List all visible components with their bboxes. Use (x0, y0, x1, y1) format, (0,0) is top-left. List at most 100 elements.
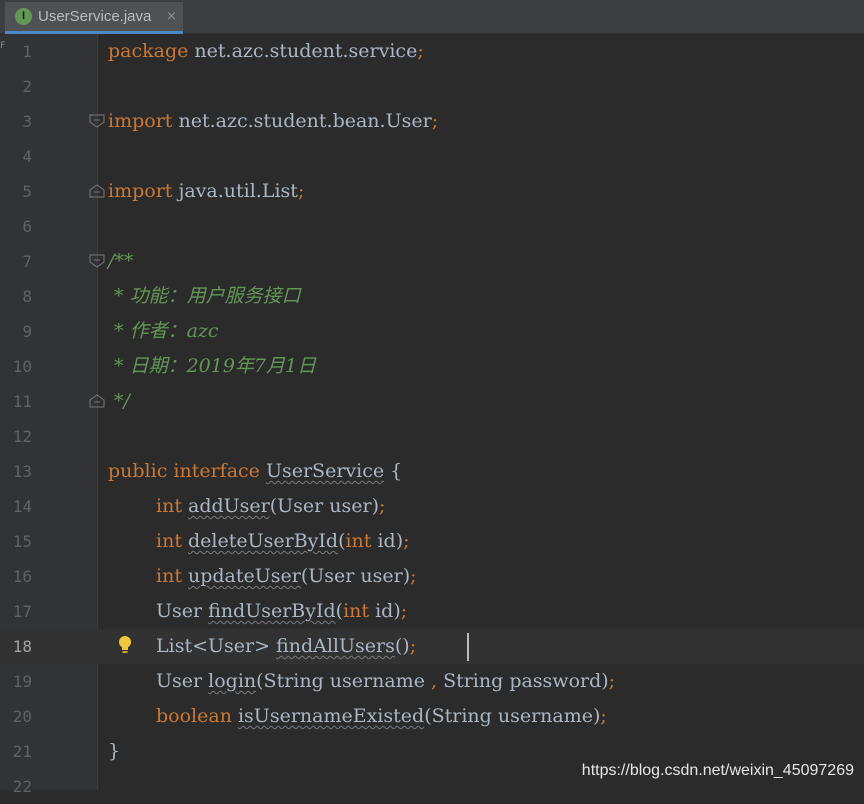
code-text: boolean isUsernameExisted(String usernam… (156, 699, 607, 734)
fold-marker-icon[interactable] (89, 254, 105, 268)
line-number: 8 (22, 287, 32, 306)
line-number: 14 (12, 497, 32, 516)
line-number: 4 (22, 147, 32, 166)
code-line: 20 boolean isUsernameExisted(String user… (0, 699, 864, 734)
method-name: addUser (188, 495, 270, 517)
line-number: 17 (12, 602, 32, 621)
keyword: public interface (108, 460, 260, 482)
code-text: User findUserById(int id); (156, 594, 407, 629)
code-line: 17 User findUserById(int id); (0, 594, 864, 629)
method-name: updateUser (188, 565, 301, 587)
interface-name: UserService (265, 460, 385, 482)
params: ( (335, 600, 344, 622)
method-name: findAllUsers (276, 635, 395, 657)
tab-userservice-java[interactable]: I UserService.java × (5, 2, 183, 34)
param-type: int (345, 530, 372, 552)
semicolon: ; (297, 180, 305, 202)
code-line: 2 (0, 69, 864, 104)
semicolon: ; (431, 110, 439, 132)
editor-tab-bar: I UserService.java × (0, 0, 864, 34)
line-number: 7 (22, 252, 32, 271)
method-name: deleteUserById (188, 530, 339, 552)
semicolon: ; (600, 705, 607, 727)
params: id) (369, 600, 401, 622)
doc-comment: * 日期：2019年7月1日 (108, 355, 317, 377)
line-number: 16 (12, 567, 32, 586)
code-text: int addUser(User user); (156, 489, 385, 524)
code-line: 11 */ (0, 384, 864, 419)
line-number: 18 (12, 637, 32, 656)
params: (String username (256, 670, 431, 692)
line-number: 2 (22, 77, 32, 96)
semicolon: ; (409, 635, 417, 657)
line-number: 12 (12, 427, 32, 446)
brace: { (384, 460, 403, 482)
return-type: int (156, 565, 182, 587)
doc-comment: /** (108, 250, 134, 272)
code-text: import net.azc.student.bean.User; (108, 104, 438, 139)
code-line: 3 import net.azc.student.bean.User; (0, 104, 864, 139)
semicolon: ; (608, 670, 616, 692)
keyword: package (108, 40, 189, 62)
code-text: import java.util.List; (108, 174, 304, 209)
code-line: 19 User login(String username , String p… (0, 664, 864, 699)
line-number: 9 (22, 322, 32, 341)
fold-marker-icon[interactable] (89, 184, 105, 198)
fold-marker-icon[interactable] (89, 394, 105, 408)
lightbulb-icon[interactable] (118, 635, 132, 655)
return-type: User (156, 670, 203, 692)
code-line: 14 int addUser(User user); (0, 489, 864, 524)
code-editor[interactable]: 1 package net.azc.student.service; 2 3 i… (0, 34, 864, 796)
code-text: package net.azc.student.service; (108, 34, 424, 69)
fold-marker-icon[interactable] (89, 114, 105, 128)
close-icon[interactable]: × (166, 6, 177, 28)
line-number: 10 (12, 357, 32, 376)
code-text: public interface UserService { (108, 454, 402, 489)
doc-comment: * 作者：azc (108, 320, 219, 342)
semicolon: ; (410, 565, 417, 587)
code-text: User login(String username , String pass… (156, 664, 615, 699)
doc-comment: * 功能：用户服务接口 (108, 285, 301, 307)
keyword: import (108, 180, 173, 202)
line-number: 6 (22, 217, 32, 236)
interface-file-icon: I (15, 8, 32, 25)
semicolon: ; (417, 40, 424, 62)
return-type: int (156, 495, 182, 517)
line-number: 15 (12, 532, 32, 551)
line-number: 11 (12, 392, 32, 411)
params: (User user) (269, 495, 380, 517)
params: (User user) (300, 565, 411, 587)
params: () (394, 635, 410, 657)
params: String password) (437, 670, 609, 692)
line-number: 1 (22, 42, 32, 61)
code-line: 9 * 作者：azc (0, 314, 864, 349)
code-text: int deleteUserById(int id); (156, 524, 410, 559)
return-type: boolean (156, 705, 232, 727)
semicolon: ; (403, 530, 410, 552)
line-number: 3 (22, 112, 32, 131)
code-line-current: 18 List<User> findAllUsers(); (0, 629, 864, 664)
code-line: 12 (0, 419, 864, 454)
text-cursor (467, 633, 469, 661)
line-number: 19 (12, 672, 32, 691)
code-line: 5 import java.util.List; (0, 174, 864, 209)
import-name: java.util.List (172, 180, 298, 202)
closing-brace: } (108, 740, 121, 762)
code-line: 13 public interface UserService { (0, 454, 864, 489)
method-name: login (208, 670, 257, 692)
import-name: net.azc.student.bean.User (172, 110, 432, 132)
code-line: 15 int deleteUserById(int id); (0, 524, 864, 559)
line-number: 5 (22, 182, 32, 201)
package-name: net.azc.student.service (188, 40, 418, 62)
code-text: List<User> findAllUsers(); (156, 629, 416, 664)
return-type: List<User> (156, 635, 271, 657)
line-number: 13 (12, 462, 32, 481)
return-type: User (156, 600, 203, 622)
code-line: 16 int updateUser(User user); (0, 559, 864, 594)
semicolon: ; (400, 600, 408, 622)
params: id) (371, 530, 404, 552)
tab-label: UserService.java (38, 8, 152, 25)
code-line: 4 (0, 139, 864, 174)
keyword: import (108, 110, 173, 132)
code-line: 10 * 日期：2019年7月1日 (0, 349, 864, 384)
